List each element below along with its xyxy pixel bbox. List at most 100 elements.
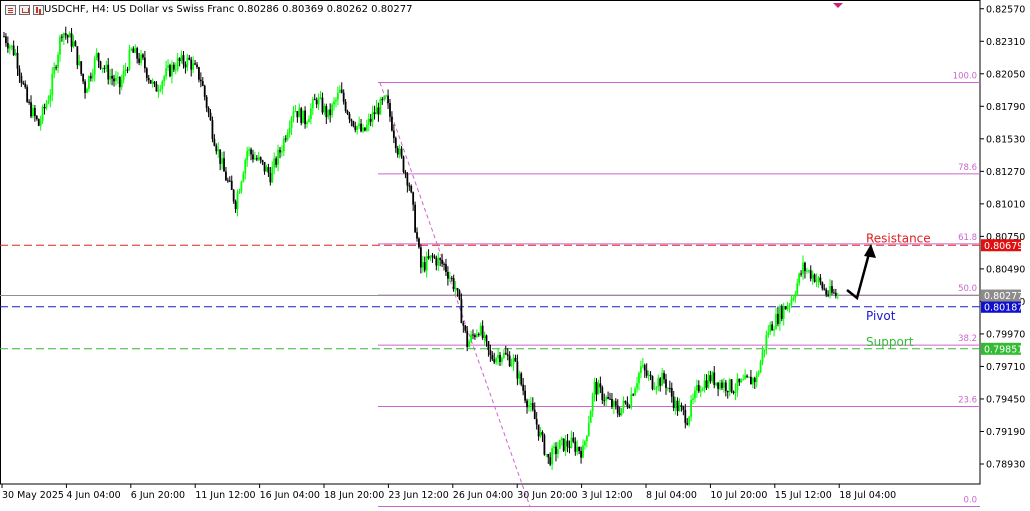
candle-body xyxy=(414,204,416,233)
candle-body xyxy=(188,57,191,60)
level-price-tag-label: 0.80679 xyxy=(984,241,1023,252)
candle-body xyxy=(686,422,689,425)
candle-body xyxy=(719,382,721,389)
candle-body xyxy=(595,381,598,395)
candle-body xyxy=(118,76,121,88)
candle-body xyxy=(431,255,434,257)
candle-body xyxy=(618,413,621,416)
candle-body xyxy=(404,171,407,174)
candle-body xyxy=(703,380,706,390)
chart-header: USDCHF, H4: US Dollar vs Swiss Franc 0.8… xyxy=(44,4,413,15)
candle-body xyxy=(721,382,723,388)
candle-body xyxy=(28,101,30,103)
candle-body xyxy=(514,357,517,362)
candle-body xyxy=(560,438,563,440)
candle-body xyxy=(624,400,627,403)
candle-body xyxy=(460,299,463,324)
y-axis: 0.82570 0.82310 0.82050 0.81790 0.81530 0.812… xyxy=(980,4,1025,470)
candle-body xyxy=(248,149,251,151)
candle-body xyxy=(585,435,588,442)
candle-body xyxy=(257,157,260,160)
candle-body xyxy=(448,277,451,279)
candle-body xyxy=(614,401,617,406)
candle-body xyxy=(35,116,38,120)
candle-body xyxy=(823,288,826,290)
candle-body xyxy=(543,435,546,455)
candle-body xyxy=(327,109,330,118)
candle-body xyxy=(325,106,328,118)
candle-body xyxy=(315,99,318,105)
candle-body xyxy=(757,372,760,375)
candle-body xyxy=(271,167,274,183)
candle-body xyxy=(122,70,125,80)
y-tick-label: 0.81270 xyxy=(986,167,1025,178)
candle-body xyxy=(557,448,559,454)
linechart-icon[interactable] xyxy=(33,5,44,15)
candle-body xyxy=(39,120,42,126)
candle-body xyxy=(445,264,447,273)
candle-body xyxy=(468,341,471,348)
candle-body xyxy=(89,76,92,79)
candle-body xyxy=(421,262,424,268)
candle-body xyxy=(601,387,604,401)
candle-body xyxy=(549,457,552,465)
candle-body xyxy=(495,358,498,363)
candle-body xyxy=(317,97,320,105)
candle-body xyxy=(232,189,235,202)
candle-body xyxy=(672,396,675,409)
candle-body xyxy=(493,359,496,363)
candle-body xyxy=(661,373,664,386)
candle-body xyxy=(124,69,127,71)
candle-body xyxy=(609,398,611,400)
candle-body xyxy=(668,387,671,389)
candle-body xyxy=(352,121,355,127)
candle-body xyxy=(485,335,488,342)
bars-icon[interactable] xyxy=(19,5,30,15)
chart-root[interactable]: 0.82570 0.82310 0.82050 0.81790 0.81530 0.812… xyxy=(0,0,1030,508)
candle-body xyxy=(86,88,88,93)
candle-body xyxy=(441,259,444,264)
candle-body xyxy=(786,305,789,310)
candle-body xyxy=(470,334,472,342)
candle-body xyxy=(369,118,372,122)
candle-body xyxy=(734,390,737,393)
x-tick-label: 10 Jul 20:00 xyxy=(710,490,767,501)
candle-body xyxy=(425,256,428,271)
candle-body xyxy=(171,64,173,77)
candle-body xyxy=(641,365,644,367)
candle-body xyxy=(804,262,806,272)
candle-body xyxy=(736,378,739,391)
ohlc-values: 0.80286 0.80369 0.80262 0.80277 xyxy=(237,4,413,15)
candle-body xyxy=(190,59,193,70)
candle-body xyxy=(167,65,169,68)
symbol-description: US Dollar vs Swiss Franc xyxy=(112,4,235,15)
y-tick-label: 0.78930 xyxy=(986,459,1025,470)
candle-body xyxy=(572,437,575,442)
candle-body xyxy=(568,446,571,448)
candle-body xyxy=(387,95,389,104)
price-chart[interactable]: 0.82570 0.82310 0.82050 0.81790 0.81530 0.812… xyxy=(0,0,1030,508)
candle-body xyxy=(62,33,65,38)
candle-body xyxy=(529,403,532,406)
candle-body xyxy=(286,133,289,140)
candle-body xyxy=(474,335,476,338)
candle-body xyxy=(8,46,11,49)
candle-body xyxy=(360,123,362,132)
candle-body xyxy=(647,374,650,376)
candle-body xyxy=(91,74,94,79)
candle-body xyxy=(309,108,312,120)
candle-body xyxy=(475,334,478,338)
one-click-marker-icon xyxy=(833,3,843,8)
candle-body xyxy=(713,372,716,385)
x-tick-label: 8 Jul 04:00 xyxy=(646,490,697,501)
y-tick-label: 0.81790 xyxy=(986,102,1025,113)
candle-body xyxy=(221,158,223,164)
candle-body xyxy=(82,73,85,82)
candles-icon[interactable] xyxy=(5,5,16,15)
x-tick-label: 4 Jun 04:00 xyxy=(66,490,120,501)
candle-body xyxy=(483,335,486,339)
candle-body xyxy=(6,43,9,49)
candle-body xyxy=(782,306,785,319)
candle-body xyxy=(836,294,839,296)
chart-type-icons[interactable] xyxy=(5,5,44,15)
